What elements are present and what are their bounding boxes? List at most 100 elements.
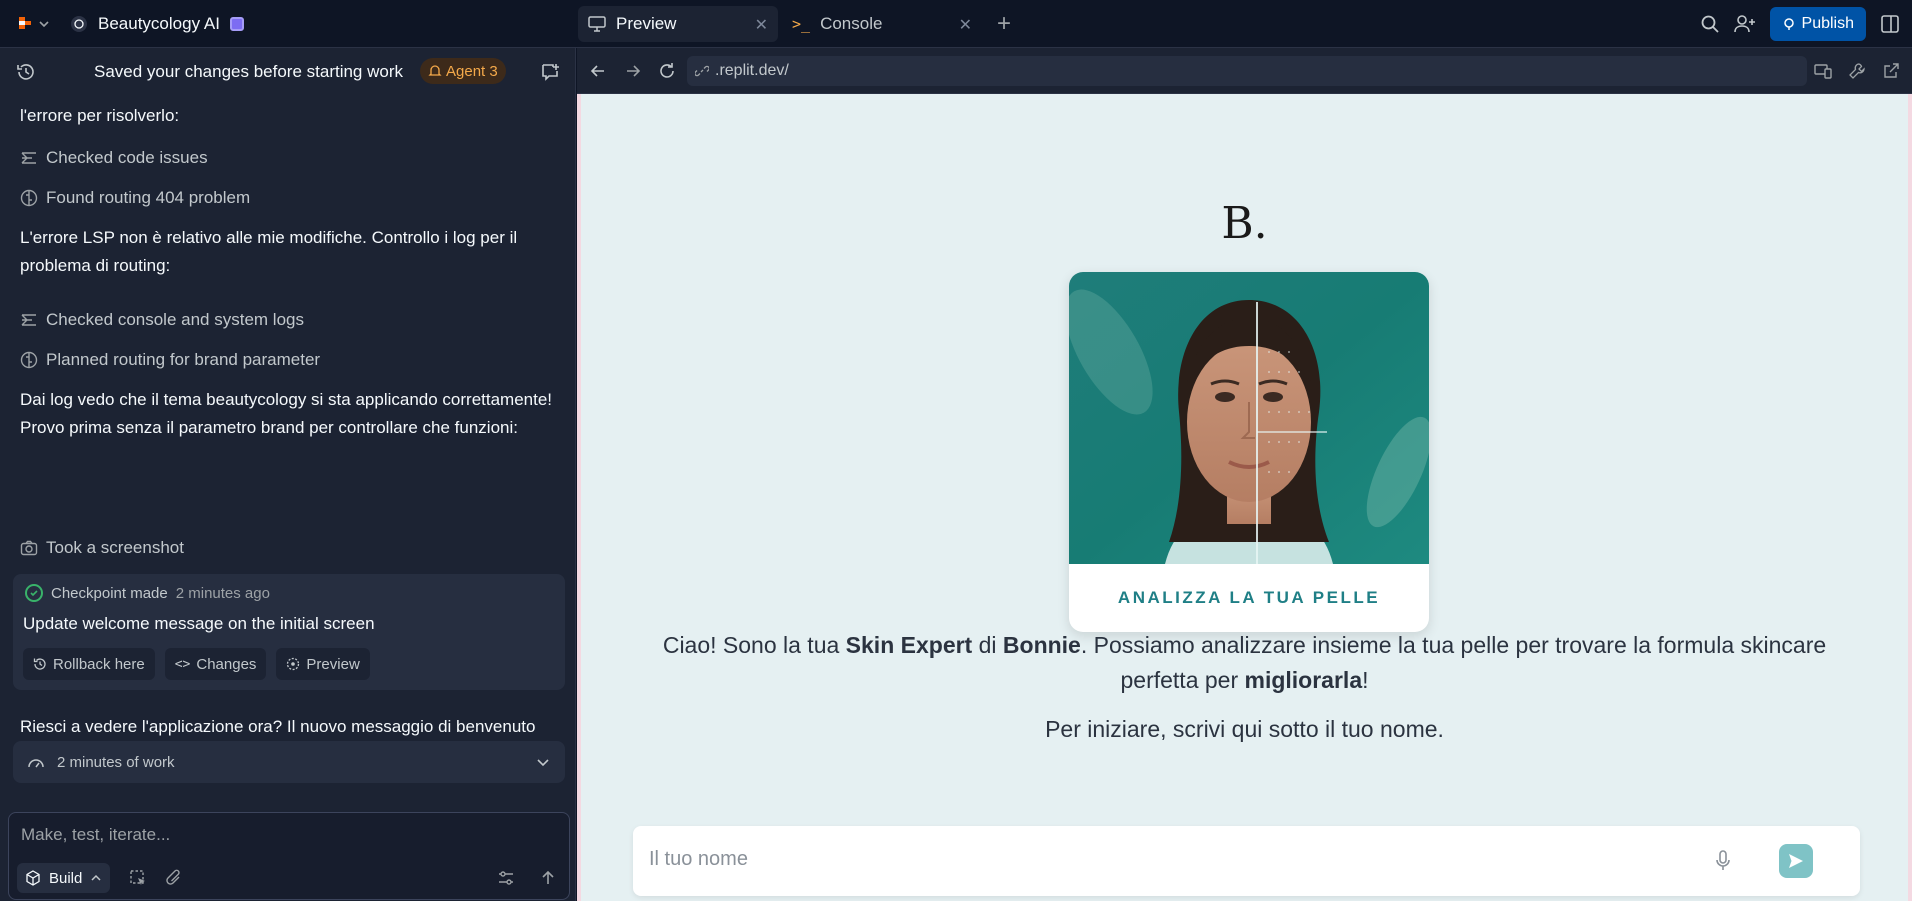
changes-button[interactable]: <> Changes: [164, 648, 267, 680]
preview-checkpoint-label: Preview: [306, 655, 360, 673]
forward-arrow-icon[interactable]: [624, 62, 642, 80]
publish-icon: [1783, 18, 1794, 30]
tab-preview-label: Preview: [616, 14, 677, 33]
brain-icon: [20, 351, 38, 369]
action-label: Checked code issues: [46, 148, 208, 167]
action-item[interactable]: Checked code issues: [20, 146, 208, 170]
welcome-text: Ciao! Sono la tua: [662, 632, 846, 658]
paperclip-icon[interactable]: [165, 869, 183, 887]
bell-icon: [428, 65, 442, 76]
name-input[interactable]: Il tuo nome: [649, 848, 748, 871]
welcome-text: !: [1362, 667, 1369, 693]
history-icon: [33, 658, 46, 670]
tab-console[interactable]: >_ Console ✕: [782, 6, 982, 42]
action-item[interactable]: Found routing 404 problem: [20, 186, 250, 210]
gauge-icon: [28, 759, 44, 768]
cube-icon: [26, 870, 40, 886]
checkpoint-title: Checkpoint made 2 minutes ago: [25, 584, 270, 602]
back-arrow-icon[interactable]: [589, 62, 607, 80]
tab-preview[interactable]: Preview ✕: [578, 6, 778, 42]
action-label: Took a screenshot: [46, 538, 184, 557]
checkpoint-actions: Rollback here <> Changes Preview: [23, 648, 370, 680]
welcome-message: Ciao! Sono la tua Skin Expert di Bonnie.…: [631, 628, 1858, 698]
preview-toolbar-actions: [1814, 62, 1900, 80]
preview-checkpoint-button[interactable]: Preview: [276, 648, 370, 680]
preview-icon: [287, 657, 300, 671]
chevron-down-icon: [39, 21, 49, 28]
invite-user-icon[interactable]: [1733, 14, 1756, 34]
brain-icon: [20, 189, 38, 207]
external-link-icon[interactable]: [1882, 62, 1900, 80]
code-check-icon: [21, 152, 36, 164]
top-bar-actions: Publish: [1700, 6, 1912, 42]
checkpoint-card: Checkpoint made 2 minutes ago Update wel…: [13, 574, 565, 690]
search-icon[interactable]: [1700, 14, 1720, 34]
checkpoint-label: Checkpoint made: [51, 584, 168, 602]
action-item[interactable]: Checked console and system logs: [20, 308, 304, 332]
refresh-icon[interactable]: [658, 62, 676, 80]
chat-composer: Make, test, iterate... Build: [8, 812, 570, 900]
mode-label: Build: [49, 869, 83, 887]
send-icon: [1789, 854, 1803, 868]
publish-button[interactable]: Publish: [1769, 7, 1866, 41]
welcome-bold: migliorarla: [1244, 667, 1363, 693]
face-portrait-image: [1069, 272, 1429, 564]
chat-thread: l'errore per risolverlo: Checked code is…: [0, 96, 576, 836]
chevron-down-icon: [537, 759, 549, 767]
rollback-button[interactable]: Rollback here: [23, 648, 155, 680]
code-check-icon: [21, 314, 36, 326]
settings-sliders-icon[interactable]: [497, 869, 515, 887]
work-summary[interactable]: 2 minutes of work: [13, 741, 565, 783]
url-field[interactable]: .replit.dev/: [687, 56, 1807, 86]
new-chat-icon[interactable]: [540, 62, 560, 82]
changes-label: Changes: [196, 655, 257, 673]
send-button[interactable]: [1779, 844, 1813, 878]
welcome-bold: Skin Expert: [845, 632, 973, 658]
replit-logo-icon: [19, 17, 31, 29]
composer-input[interactable]: Make, test, iterate...: [21, 825, 170, 845]
action-label: Planned routing for brand parameter: [46, 350, 321, 369]
send-arrow-up-icon[interactable]: [539, 869, 557, 887]
analyze-skin-card[interactable]: ANALIZZA LA TUA PELLE: [1069, 272, 1429, 632]
app-avatar-icon: [71, 16, 87, 32]
select-element-icon[interactable]: [129, 869, 147, 887]
link-icon: [695, 65, 709, 77]
action-item[interactable]: Took a screenshot: [20, 536, 184, 560]
app-preview-viewport: B. ANALIZZA LA TUA PELLE Ciao! Sono la t…: [577, 94, 1912, 901]
preview-toolbar: .replit.dev/: [577, 48, 1912, 94]
terminal-icon: >_: [792, 15, 811, 33]
add-tab-button[interactable]: +: [986, 6, 1022, 42]
panel-layout-icon[interactable]: [1880, 14, 1900, 34]
devices-icon[interactable]: [1814, 62, 1832, 80]
camera-icon: [20, 540, 38, 556]
agent-message: L'errore LSP non è relativo alle mie mod…: [20, 228, 518, 275]
agent-message: l'errore per risolverlo:: [20, 106, 180, 125]
microphone-icon[interactable]: [1715, 850, 1731, 872]
replit-logo-menu[interactable]: [18, 14, 54, 34]
app-title[interactable]: Beautycology AI: [70, 12, 244, 36]
checkpoint-time: 2 minutes ago: [175, 584, 270, 602]
close-icon[interactable]: ✕: [959, 15, 972, 35]
tab-console-label: Console: [820, 14, 883, 33]
name-input-box: Il tuo nome: [633, 826, 1860, 896]
close-icon[interactable]: ✕: [755, 15, 768, 35]
work-summary-label: 2 minutes of work: [57, 753, 175, 771]
agent-badge: Agent 3: [420, 58, 506, 84]
chevron-up-icon: [91, 874, 101, 881]
rollback-label: Rollback here: [53, 655, 145, 673]
analyze-skin-label: ANALIZZA LA TUA PELLE: [1117, 588, 1381, 607]
top-bar: Beautycology AI Preview ✕ >_ Console ✕ +…: [0, 0, 1912, 48]
brand-logo: B.: [1221, 198, 1268, 249]
mode-selector[interactable]: Build: [17, 863, 111, 893]
agent-panel: Saved your changes before starting work …: [0, 48, 576, 901]
wrench-icon[interactable]: [1848, 62, 1866, 80]
welcome-bold: Bonnie: [1002, 632, 1081, 658]
url-text: .replit.dev/: [715, 62, 789, 79]
history-icon[interactable]: [16, 62, 36, 82]
app-status-icon: [229, 17, 244, 31]
code-icon: <>: [174, 656, 191, 672]
agent-panel-header: Saved your changes before starting work …: [0, 48, 576, 96]
action-item[interactable]: Planned routing for brand parameter: [20, 348, 320, 372]
agent-message: Dai log vedo che il tema beautycology si…: [20, 390, 553, 437]
welcome-text: . Possiamo analizzare insieme la tua pel…: [1080, 632, 1827, 693]
